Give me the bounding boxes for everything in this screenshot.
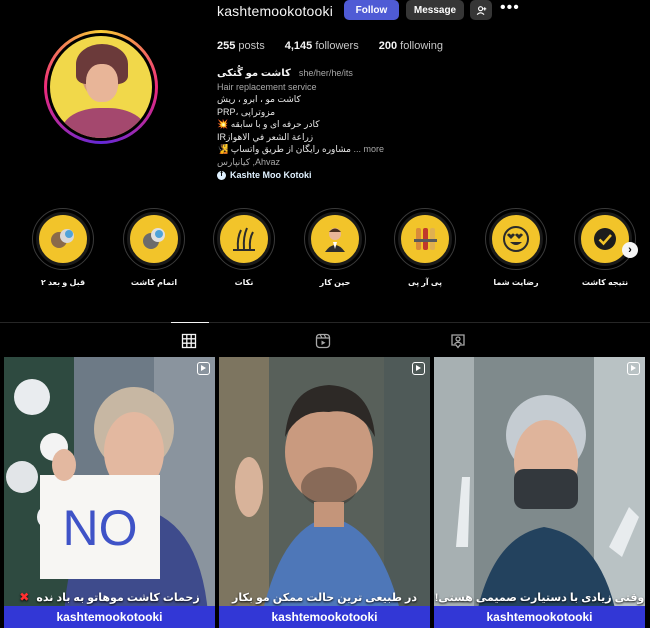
test-tubes-icon	[414, 228, 437, 250]
highlight-item[interactable]: اتمام کاشت	[114, 208, 194, 287]
reel-icon	[627, 362, 640, 375]
avatar-photo	[50, 36, 152, 138]
bio-line: 🧏 مشاوره رایگان از طریق واتساپ ... more	[217, 144, 385, 154]
post-thumbnail[interactable]: NO زحمات کاشت موهاتو به باد نده ✖ kashte…	[4, 357, 215, 628]
highlight-label: پی آر پی	[408, 278, 442, 287]
posts-stat: 255 posts	[217, 40, 265, 52]
doctor-icon	[325, 228, 345, 252]
message-button[interactable]: Message	[406, 0, 464, 20]
highlight-label: نکات	[234, 278, 254, 287]
more-options-button[interactable]: •••	[500, 0, 520, 16]
profile-username: kashtemookotooki	[217, 3, 334, 19]
profile-pronouns: she/her/he/its	[298, 68, 353, 78]
highlights-next-button[interactable]: ›	[622, 242, 638, 258]
more-horizontal-icon: •••	[500, 0, 520, 16]
highlight-label: حین کار	[319, 278, 351, 287]
profile-bio: کاشت مو گُتکی she/her/he/its Hair replac…	[217, 67, 457, 182]
reel-icon	[197, 362, 210, 375]
story-highlights: قبل و بعد ۲ اتمام کاشت نکات حین کار پی آ…	[0, 208, 650, 298]
red-x-icon: ✖	[19, 590, 30, 604]
post-brand-bar: kashtemookotooki	[434, 606, 645, 628]
bio-line: PRP، مزوتراپی	[217, 106, 276, 117]
facebook-label: Kashte Moo Kotoki	[230, 170, 312, 180]
profile-location: کیانپارس ,Ahvaz	[217, 156, 281, 167]
post-thumbnail[interactable]: وقتی زیادی با دستیارت صمیمی هستی! kashte…	[434, 357, 645, 628]
post-brand-bar: kashtemookotooki	[4, 606, 215, 628]
profile-header: kashtemookotooki Follow Message ••• 255 …	[0, 0, 650, 200]
bio-line: IRزراعة الشعر في الاهواز	[217, 131, 314, 142]
highlight-label: رضایت شما	[493, 278, 539, 287]
tagged-icon	[451, 334, 465, 349]
follow-button[interactable]: Follow	[344, 0, 399, 20]
post-image: NO	[4, 357, 215, 628]
profile-tabs	[0, 322, 650, 356]
profile-display-name: کاشت مو گُتکی	[217, 68, 291, 79]
profile-category: Hair replacement service	[217, 81, 317, 92]
highlight-label: قبل و بعد ۲	[40, 278, 86, 287]
highlight-item[interactable]: قبل و بعد ۲	[23, 208, 103, 287]
post-thumbnail[interactable]: در طبیعی ترین حالت ممکن مو بکار kashtemo…	[219, 357, 430, 628]
suggest-accounts-button[interactable]	[470, 0, 492, 20]
bio-more-link[interactable]: ... more	[354, 144, 385, 154]
facebook-icon: f	[217, 170, 226, 180]
following-stat[interactable]: 200 following	[379, 40, 443, 52]
tab-tagged[interactable]	[450, 333, 468, 351]
highlight-item[interactable]: پی آر پی	[385, 208, 465, 287]
before-after-icon	[51, 229, 74, 248]
highlight-item[interactable]: حین کار	[295, 208, 375, 287]
post-image	[219, 357, 430, 628]
profile-stats: 255 posts 4,145 followers 200 following	[217, 40, 463, 52]
post-caption: زحمات کاشت موهاتو به باد نده ✖	[19, 590, 200, 604]
post-caption: در طبیعی ترین حالت ممکن مو بکار	[231, 592, 417, 604]
chevron-right-icon: ›	[628, 244, 632, 256]
highlight-label: اتمام کاشت	[130, 278, 178, 287]
grid-icon	[181, 333, 197, 349]
facebook-link[interactable]: f Kashte Moo Kotoki	[217, 169, 457, 182]
reel-icon	[412, 362, 425, 375]
bio-line: 💥 کادر حرفه ای و با سابقه	[217, 119, 320, 129]
followers-stat[interactable]: 4,145 followers	[285, 40, 359, 52]
tab-reels[interactable]	[315, 333, 333, 351]
post-caption: وقتی زیادی با دستیارت صمیمی هستی!	[434, 592, 645, 604]
tab-posts[interactable]	[171, 322, 209, 351]
profile-avatar[interactable]	[44, 30, 158, 144]
post-brand-bar: kashtemookotooki	[219, 606, 430, 628]
bio-line: کاشت مو ، ابرو ، ریش	[217, 94, 301, 104]
hair-follicle-icon	[233, 227, 255, 251]
reels-icon	[315, 333, 331, 349]
highlight-item[interactable]: نکات	[204, 208, 284, 287]
highlight-item[interactable]: رضایت شما	[476, 208, 556, 287]
sign-text: NO	[63, 500, 138, 556]
heart-eyes-icon	[503, 226, 529, 252]
hair-check-icon	[143, 228, 165, 249]
add-person-icon	[476, 5, 486, 15]
checkmark-icon	[594, 228, 616, 250]
highlight-label: نتیجه کاشت	[581, 278, 629, 287]
posts-grid: NO زحمات کاشت موهاتو به باد نده ✖ kashte…	[4, 357, 646, 628]
post-image	[434, 357, 645, 628]
